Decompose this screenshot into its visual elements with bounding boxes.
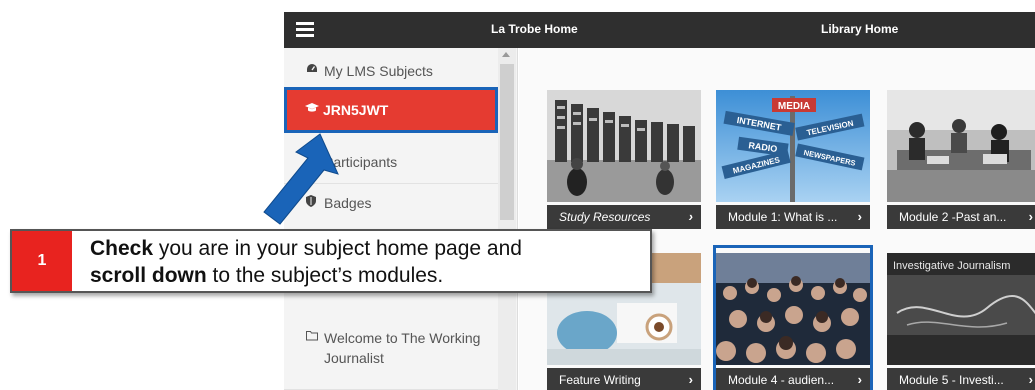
tile-caption[interactable]: Module 2 -Past an... ›	[887, 205, 1035, 229]
top-navigation-bar: La Trobe Home Library Home	[284, 12, 1035, 48]
tile-caption-text: Module 1: What is ...	[728, 210, 838, 224]
tile-caption[interactable]: Module 5 - Investi... ›	[887, 368, 1035, 390]
annotation-arrow-icon	[263, 133, 339, 225]
chevron-right-icon: ›	[688, 209, 693, 224]
tile-caption-text: Feature Writing	[559, 373, 641, 387]
scroll-up-arrow-icon[interactable]	[502, 52, 510, 57]
la-trobe-home-link[interactable]: La Trobe Home	[491, 22, 578, 36]
instruction-text-part: to the subject’s modules.	[206, 264, 444, 287]
tile-image: MEDIA INTERNET TELEVISION RADIO NEWSPAPE…	[716, 90, 870, 202]
instruction-text-part: you are in your subject home page and	[153, 237, 522, 260]
instruction-bold-scroll: scroll down	[90, 264, 207, 287]
chevron-right-icon: ›	[688, 372, 693, 387]
chevron-right-icon: ›	[1028, 372, 1033, 387]
tile-image	[547, 90, 701, 202]
chevron-right-icon: ›	[857, 372, 862, 387]
instruction-bold-check: Check	[90, 237, 154, 260]
tile-caption[interactable]: Module 1: What is ... ›	[716, 205, 870, 229]
chevron-right-icon: ›	[1028, 209, 1033, 224]
sidebar-item-welcome[interactable]: Welcome to The Working Journalist	[284, 320, 498, 390]
tile-image	[716, 253, 870, 365]
scrollbar-thumb[interactable]	[500, 64, 514, 220]
media-sign-text: MEDIA	[778, 101, 810, 112]
module-tile-module-4[interactable]: Module 4 - audien... ›	[713, 245, 873, 390]
folder-icon	[306, 330, 318, 344]
tile-image: Investigative Journalism	[887, 253, 1035, 365]
sidebar-item-label: My LMS Subjects	[324, 63, 433, 79]
graduation-cap-icon	[305, 102, 319, 116]
course-content-area: Study Resources › MEDIA INTERNET TELEVIS…	[519, 48, 1035, 390]
instruction-text: Check you are in your subject home page …	[90, 235, 642, 289]
sidebar-item-label: JRN5JWT	[323, 102, 389, 118]
tile-caption-text: Study Resources	[559, 210, 651, 224]
dashboard-icon	[306, 63, 318, 77]
tile-caption[interactable]: Module 4 - audien... ›	[716, 368, 870, 390]
screenshot: La Trobe Home Library Home My LMS Subjec…	[0, 0, 1035, 390]
sidebar-scrollbar[interactable]	[498, 48, 516, 390]
tile-image	[887, 90, 1035, 202]
investigative-journalism-text: Investigative Journalism	[893, 260, 1010, 272]
sidebar-item-label: Welcome to The Working Journalist	[324, 330, 481, 366]
tile-caption-text: Module 4 - audien...	[728, 373, 835, 387]
tile-caption-text: Module 2 -Past an...	[899, 210, 1007, 224]
tile-caption-text: Module 5 - Investi...	[899, 373, 1004, 387]
tile-caption[interactable]: Feature Writing ›	[547, 368, 701, 390]
library-home-link[interactable]: Library Home	[821, 22, 898, 36]
instruction-callout: 1 Check you are in your subject home pag…	[10, 229, 652, 293]
hamburger-menu-icon[interactable]	[296, 19, 314, 39]
chevron-right-icon: ›	[857, 209, 862, 224]
sidebar-item-jrn5jwt[interactable]: JRN5JWT	[284, 87, 498, 133]
tile-caption[interactable]: Study Resources ›	[547, 205, 701, 229]
step-number-badge: 1	[12, 231, 72, 291]
